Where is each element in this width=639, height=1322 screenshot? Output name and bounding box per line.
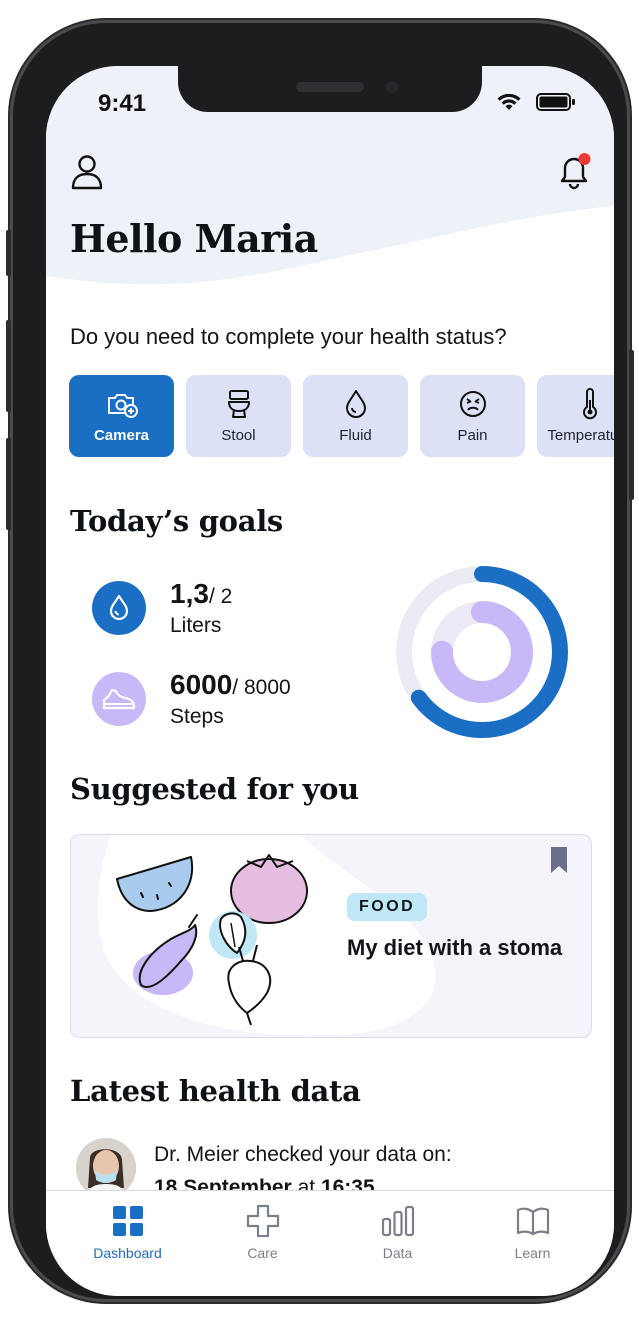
goals-progress-chart [396,566,568,738]
goal-target: / 2 [208,585,233,608]
chip-fluid[interactable]: Fluid [303,375,408,457]
tab-label: Learn [514,1245,551,1261]
goal-fluid: 1,3/ 2 Liters [92,578,232,638]
status-time: 9:41 [98,90,147,117]
notifications-button[interactable] [556,152,592,190]
thermometer-icon [582,388,597,420]
card-title: My diet with a stoma [347,935,563,960]
health-status-question: Do you need to complete your health stat… [70,324,507,349]
power-button [629,350,634,500]
sneaker-icon [92,672,146,726]
doctor-avatar [76,1138,136,1198]
chip-pain[interactable]: Pain [420,375,525,457]
toilet-icon [227,390,250,418]
checked-text: Dr. Meier checked your data on: [154,1143,452,1166]
health-data-title: Latest health data [70,1074,361,1108]
phone-frame: 9:41 Hello Maria Do you need to complete… [6,20,634,1302]
goal-value: 6000 [170,669,233,700]
health-status-chips: Camera Stool Fluid Pain Temperat [69,375,614,457]
chip-label: Temperature [547,427,614,444]
tab-label: Dashboard [93,1245,162,1261]
water-drop-icon [92,581,146,635]
tab-label: Care [247,1245,278,1261]
app-screen: 9:41 Hello Maria Do you need to complete… [46,66,614,1296]
drop-icon [345,390,366,418]
tab-care[interactable]: Care [208,1203,318,1296]
tab-learn[interactable]: Learn [478,1203,588,1296]
speaker [296,82,364,92]
battery-icon [536,93,575,111]
goal-value: 1,3 [170,578,209,609]
category-badge: FOOD [347,893,428,921]
user-icon [71,155,103,190]
plus-cross-icon [246,1204,279,1238]
goal-unit: Steps [170,705,224,728]
chip-temperature[interactable]: Temperature [537,375,614,457]
bottom-tab-bar: Dashboard Care Data Learn [46,1190,614,1296]
mute-switch [6,230,11,276]
tab-dashboard[interactable]: Dashboard [73,1203,183,1296]
book-icon [516,1207,549,1236]
grid-icon [112,1206,143,1236]
front-camera [386,81,398,93]
tab-label: Data [382,1245,413,1261]
tab-data[interactable]: Data [343,1203,453,1296]
notch [178,66,482,112]
goal-steps: 6000/ 8000 Steps [92,669,291,729]
status-icons [496,92,576,112]
pain-face-icon [459,391,486,417]
goal-fluid-text: 1,3/ 2 Liters [170,578,232,638]
goals-title: Today’s goals [70,504,283,538]
chip-label: Fluid [339,427,372,444]
bookmark-icon[interactable] [549,845,569,875]
goal-target: / 8000 [232,676,291,699]
chip-label: Camera [93,427,150,444]
bell-icon [560,153,591,190]
doctor-photo [76,1138,136,1198]
camera-icon [107,394,138,418]
volume-down-button [6,438,11,530]
bars-icon [381,1205,414,1237]
volume-up-button [6,320,11,412]
wifi-icon [497,93,521,110]
chip-label: Pain [457,427,488,444]
profile-button[interactable] [70,154,104,190]
suggested-title: Suggested for you [70,772,359,806]
goal-steps-text: 6000/ 8000 Steps [170,669,291,729]
goal-unit: Liters [170,614,222,637]
chip-camera[interactable]: Camera [69,375,174,457]
chip-stool[interactable]: Stool [186,375,291,457]
chip-label: Stool [221,427,256,444]
suggested-card[interactable]: FOOD My diet with a stoma [70,834,592,1038]
greeting-title: Hello Maria [70,216,318,261]
